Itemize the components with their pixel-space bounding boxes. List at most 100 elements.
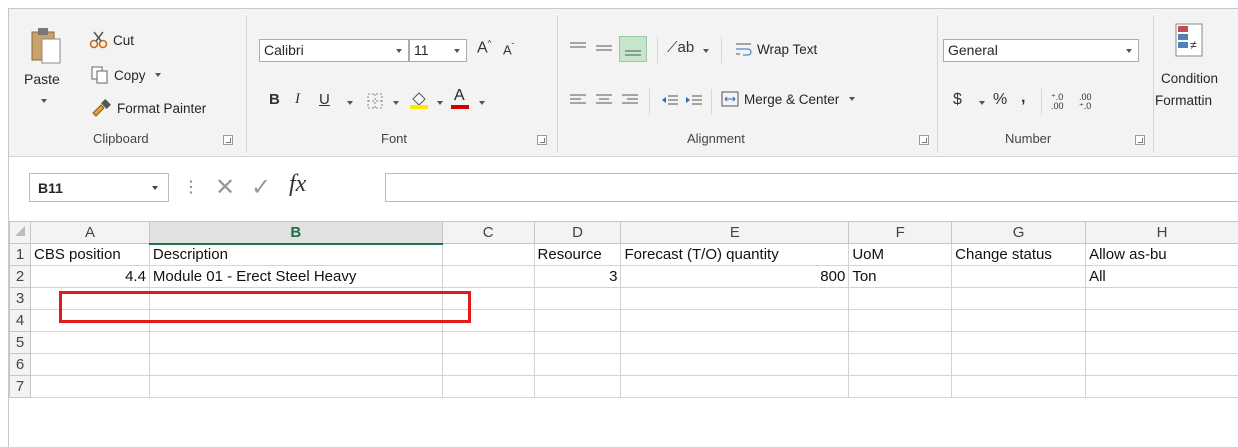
- row-header[interactable]: 7: [9, 375, 31, 398]
- column-header-h[interactable]: H: [1085, 221, 1238, 244]
- cell-f1[interactable]: UoM: [848, 243, 953, 266]
- align-left-icon[interactable]: [569, 93, 587, 107]
- row-header[interactable]: 3: [9, 287, 31, 310]
- cell[interactable]: [1085, 375, 1238, 398]
- cell[interactable]: [533, 309, 622, 332]
- cell[interactable]: [848, 353, 953, 376]
- cell[interactable]: [848, 331, 953, 354]
- cell[interactable]: [533, 353, 622, 376]
- row-header[interactable]: 4: [9, 309, 31, 332]
- cancel-icon[interactable]: ✕: [215, 173, 235, 202]
- cell-e1[interactable]: Forecast (T/O) quantity: [620, 243, 850, 266]
- cell[interactable]: [29, 331, 150, 354]
- alignment-launcher-icon[interactable]: [919, 135, 929, 145]
- cell[interactable]: [29, 287, 150, 310]
- shrink-font-button[interactable]: Aˇ: [503, 42, 514, 57]
- grow-font-button[interactable]: A^: [477, 39, 491, 57]
- comma-button[interactable]: ,: [1021, 89, 1025, 107]
- font-launcher-icon[interactable]: [537, 135, 547, 145]
- cell-c2[interactable]: [441, 265, 535, 288]
- cell[interactable]: [620, 353, 850, 376]
- column-header-e[interactable]: E: [620, 221, 850, 244]
- format-painter-button[interactable]: Format Painter: [91, 99, 206, 117]
- percent-button[interactable]: %: [993, 91, 1007, 109]
- cell[interactable]: [848, 287, 953, 310]
- cell-g1[interactable]: Change status: [951, 243, 1087, 266]
- cell[interactable]: [148, 331, 443, 354]
- formula-input[interactable]: [385, 173, 1238, 202]
- cell-d1[interactable]: Resource: [533, 243, 622, 266]
- decrease-decimal-button[interactable]: .00 ⁺.0: [1079, 93, 1101, 111]
- column-header-c[interactable]: C: [441, 221, 535, 244]
- font-name-select[interactable]: Calibri: [259, 39, 409, 62]
- merge-center-button[interactable]: Merge & Center: [721, 91, 856, 107]
- align-bottom-button[interactable]: [619, 36, 647, 62]
- cell[interactable]: [1085, 287, 1238, 310]
- cell[interactable]: [533, 287, 622, 310]
- enter-icon[interactable]: ✓: [251, 173, 271, 202]
- currency-button[interactable]: $: [953, 91, 962, 109]
- cell[interactable]: [1085, 309, 1238, 332]
- cell[interactable]: [148, 309, 443, 332]
- align-top-icon[interactable]: [569, 41, 587, 55]
- row-header[interactable]: 2: [9, 265, 31, 288]
- underline-dropdown-icon[interactable]: [347, 101, 353, 105]
- cell[interactable]: [441, 353, 535, 376]
- wrap-text-button[interactable]: Wrap Text: [735, 41, 817, 57]
- cell[interactable]: [29, 309, 150, 332]
- align-center-icon[interactable]: [595, 93, 613, 107]
- fill-color-icon[interactable]: [409, 89, 429, 109]
- cell-g2[interactable]: [951, 265, 1087, 288]
- align-right-icon[interactable]: [621, 93, 639, 107]
- cell[interactable]: [951, 353, 1087, 376]
- cell-c1[interactable]: [441, 243, 535, 266]
- copy-button[interactable]: Copy: [91, 66, 161, 84]
- underline-button[interactable]: U: [319, 91, 330, 108]
- cell[interactable]: [441, 375, 535, 398]
- cell[interactable]: [29, 375, 150, 398]
- increase-indent-icon[interactable]: [685, 93, 703, 107]
- name-box[interactable]: B11: [29, 173, 169, 202]
- decrease-indent-icon[interactable]: [661, 93, 679, 107]
- borders-dropdown-icon[interactable]: [393, 101, 399, 105]
- cut-button[interactable]: Cut: [89, 31, 134, 49]
- cell[interactable]: [148, 353, 443, 376]
- column-header-g[interactable]: G: [951, 221, 1087, 244]
- column-header-f[interactable]: F: [848, 221, 953, 244]
- cell[interactable]: [848, 309, 953, 332]
- bold-button[interactable]: B: [269, 91, 280, 108]
- cell[interactable]: [441, 309, 535, 332]
- cell[interactable]: [951, 331, 1087, 354]
- font-color-button[interactable]: A: [451, 87, 469, 109]
- font-size-select[interactable]: 11: [409, 39, 467, 62]
- cell-h1[interactable]: Allow as-bu: [1085, 243, 1238, 266]
- cell[interactable]: [533, 375, 622, 398]
- cell[interactable]: [1085, 331, 1238, 354]
- italic-button[interactable]: I: [295, 91, 300, 108]
- fill-color-dropdown-icon[interactable]: [437, 101, 443, 105]
- cell-d2[interactable]: 3: [533, 265, 622, 288]
- font-color-dropdown-icon[interactable]: [479, 101, 485, 105]
- cell-b2[interactable]: Module 01 - Erect Steel Heavy: [148, 265, 443, 288]
- borders-icon[interactable]: [367, 93, 383, 109]
- cell-h2[interactable]: All: [1085, 265, 1238, 288]
- cell-a1[interactable]: CBS position: [29, 243, 150, 266]
- insert-function-icon[interactable]: fx: [289, 171, 306, 198]
- cell[interactable]: [848, 375, 953, 398]
- row-header[interactable]: 5: [9, 331, 31, 354]
- conditional-formatting-button[interactable]: ≠ Condition Formattin: [1155, 23, 1238, 123]
- column-header-d[interactable]: D: [533, 221, 622, 244]
- number-launcher-icon[interactable]: [1135, 135, 1145, 145]
- currency-dropdown-icon[interactable]: [979, 101, 985, 105]
- cell[interactable]: [441, 331, 535, 354]
- paste-button[interactable]: Paste: [19, 27, 67, 117]
- row-header[interactable]: 1: [9, 243, 31, 266]
- orientation-icon[interactable]: ⟋ab: [667, 39, 694, 56]
- align-middle-icon[interactable]: [595, 41, 613, 55]
- cell[interactable]: [148, 287, 443, 310]
- column-header-b[interactable]: B: [148, 221, 443, 245]
- cell-b1[interactable]: Description: [148, 243, 443, 266]
- cell[interactable]: [533, 331, 622, 354]
- cell[interactable]: [620, 331, 850, 354]
- cell-e2[interactable]: 800: [620, 265, 850, 288]
